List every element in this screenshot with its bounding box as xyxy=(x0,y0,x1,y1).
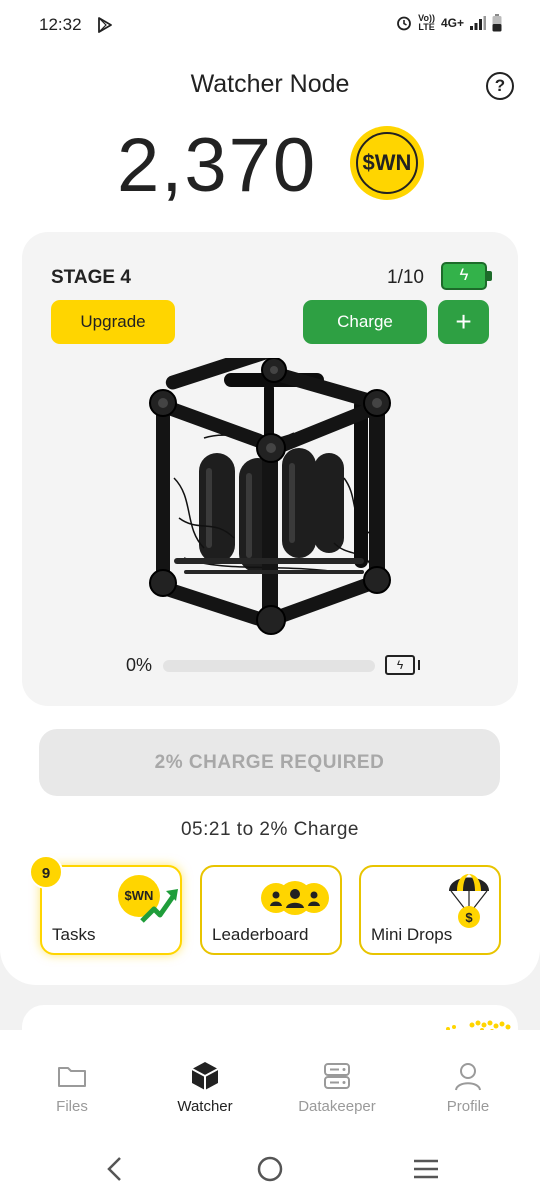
coin-label: $WN xyxy=(362,150,412,175)
leaderboard-card[interactable]: Leaderboard xyxy=(200,865,342,955)
wn-coin-icon: $WN xyxy=(350,126,424,200)
leaderboard-label: Leaderboard xyxy=(212,925,309,944)
battery-icon: ϟ xyxy=(385,655,420,675)
system-nav-bar xyxy=(0,1134,540,1200)
home-icon[interactable] xyxy=(255,1154,285,1184)
trend-up-icon xyxy=(140,889,178,923)
charge-timer: 05:21 to 2% Charge xyxy=(180,819,359,840)
charge-count: 1/10 xyxy=(387,267,424,288)
help-button[interactable]: ? xyxy=(486,72,514,100)
status-icons: Vo)) LTE 4G+ xyxy=(396,14,502,32)
nav-files-label: Files xyxy=(56,1098,88,1115)
stage-card: STAGE 4 1/10 ϟ Upgrade Charge + 0% ϟ xyxy=(22,232,518,706)
network-type: 4G+ xyxy=(440,16,464,30)
add-charge-button[interactable]: + xyxy=(438,300,489,344)
nav-watcher[interactable]: Watcher xyxy=(145,1060,265,1115)
server-icon xyxy=(324,1063,350,1089)
parachute-drop-icon: $ xyxy=(449,874,489,928)
tasks-count-badge: 9 xyxy=(29,855,63,889)
signal-icon xyxy=(470,16,486,30)
nav-profile-label: Profile xyxy=(446,1098,490,1115)
charge-required-button[interactable]: 2% CHARGE REQUIRED xyxy=(39,729,500,796)
charge-button[interactable]: Charge xyxy=(303,300,427,344)
stage-label: STAGE 4 xyxy=(51,267,131,288)
nav-datakeeper-label: Datakeeper xyxy=(298,1098,376,1115)
cube-icon xyxy=(191,1062,219,1090)
status-time: 12:32 xyxy=(39,15,82,34)
recents-icon[interactable] xyxy=(411,1154,441,1184)
tasks-label: Tasks xyxy=(52,925,96,944)
folder-icon xyxy=(58,1067,86,1087)
upgrade-button[interactable]: Upgrade xyxy=(51,300,175,344)
nav-profile[interactable]: Profile xyxy=(408,1060,528,1115)
play-store-icon xyxy=(98,17,112,33)
alarm-icon xyxy=(397,16,412,31)
battery-charging-icon: ϟ xyxy=(441,262,492,290)
volte-indicator: Vo)) LTE xyxy=(418,13,435,32)
page-title: Watcher Node xyxy=(190,70,350,98)
users-icon xyxy=(261,881,329,915)
nav-files[interactable]: Files xyxy=(12,1060,132,1115)
mini-drops-card[interactable]: $ Mini Drops xyxy=(359,865,501,955)
status-bar: 12:32 Vo)) LTE 4G+ xyxy=(0,0,540,52)
progress-percent: 0% xyxy=(126,655,153,675)
nav-datakeeper[interactable]: Datakeeper xyxy=(277,1060,397,1115)
bottom-nav: Files Watcher Datakeeper Profile xyxy=(0,1030,540,1134)
user-icon xyxy=(455,1063,481,1091)
main-screen: 12:32 Vo)) LTE 4G+ Watcher Node ? 2,370 … xyxy=(0,0,540,985)
back-icon[interactable] xyxy=(100,1154,130,1184)
battery-status-icon xyxy=(492,14,502,32)
charge-progress-bar xyxy=(163,660,375,672)
nav-watcher-label: Watcher xyxy=(177,1098,233,1115)
svg-text:$: $ xyxy=(465,910,473,925)
watcher-node-image xyxy=(149,358,391,635)
token-balance: 2,370 xyxy=(117,123,318,208)
mini-drops-label: Mini Drops xyxy=(371,925,453,944)
